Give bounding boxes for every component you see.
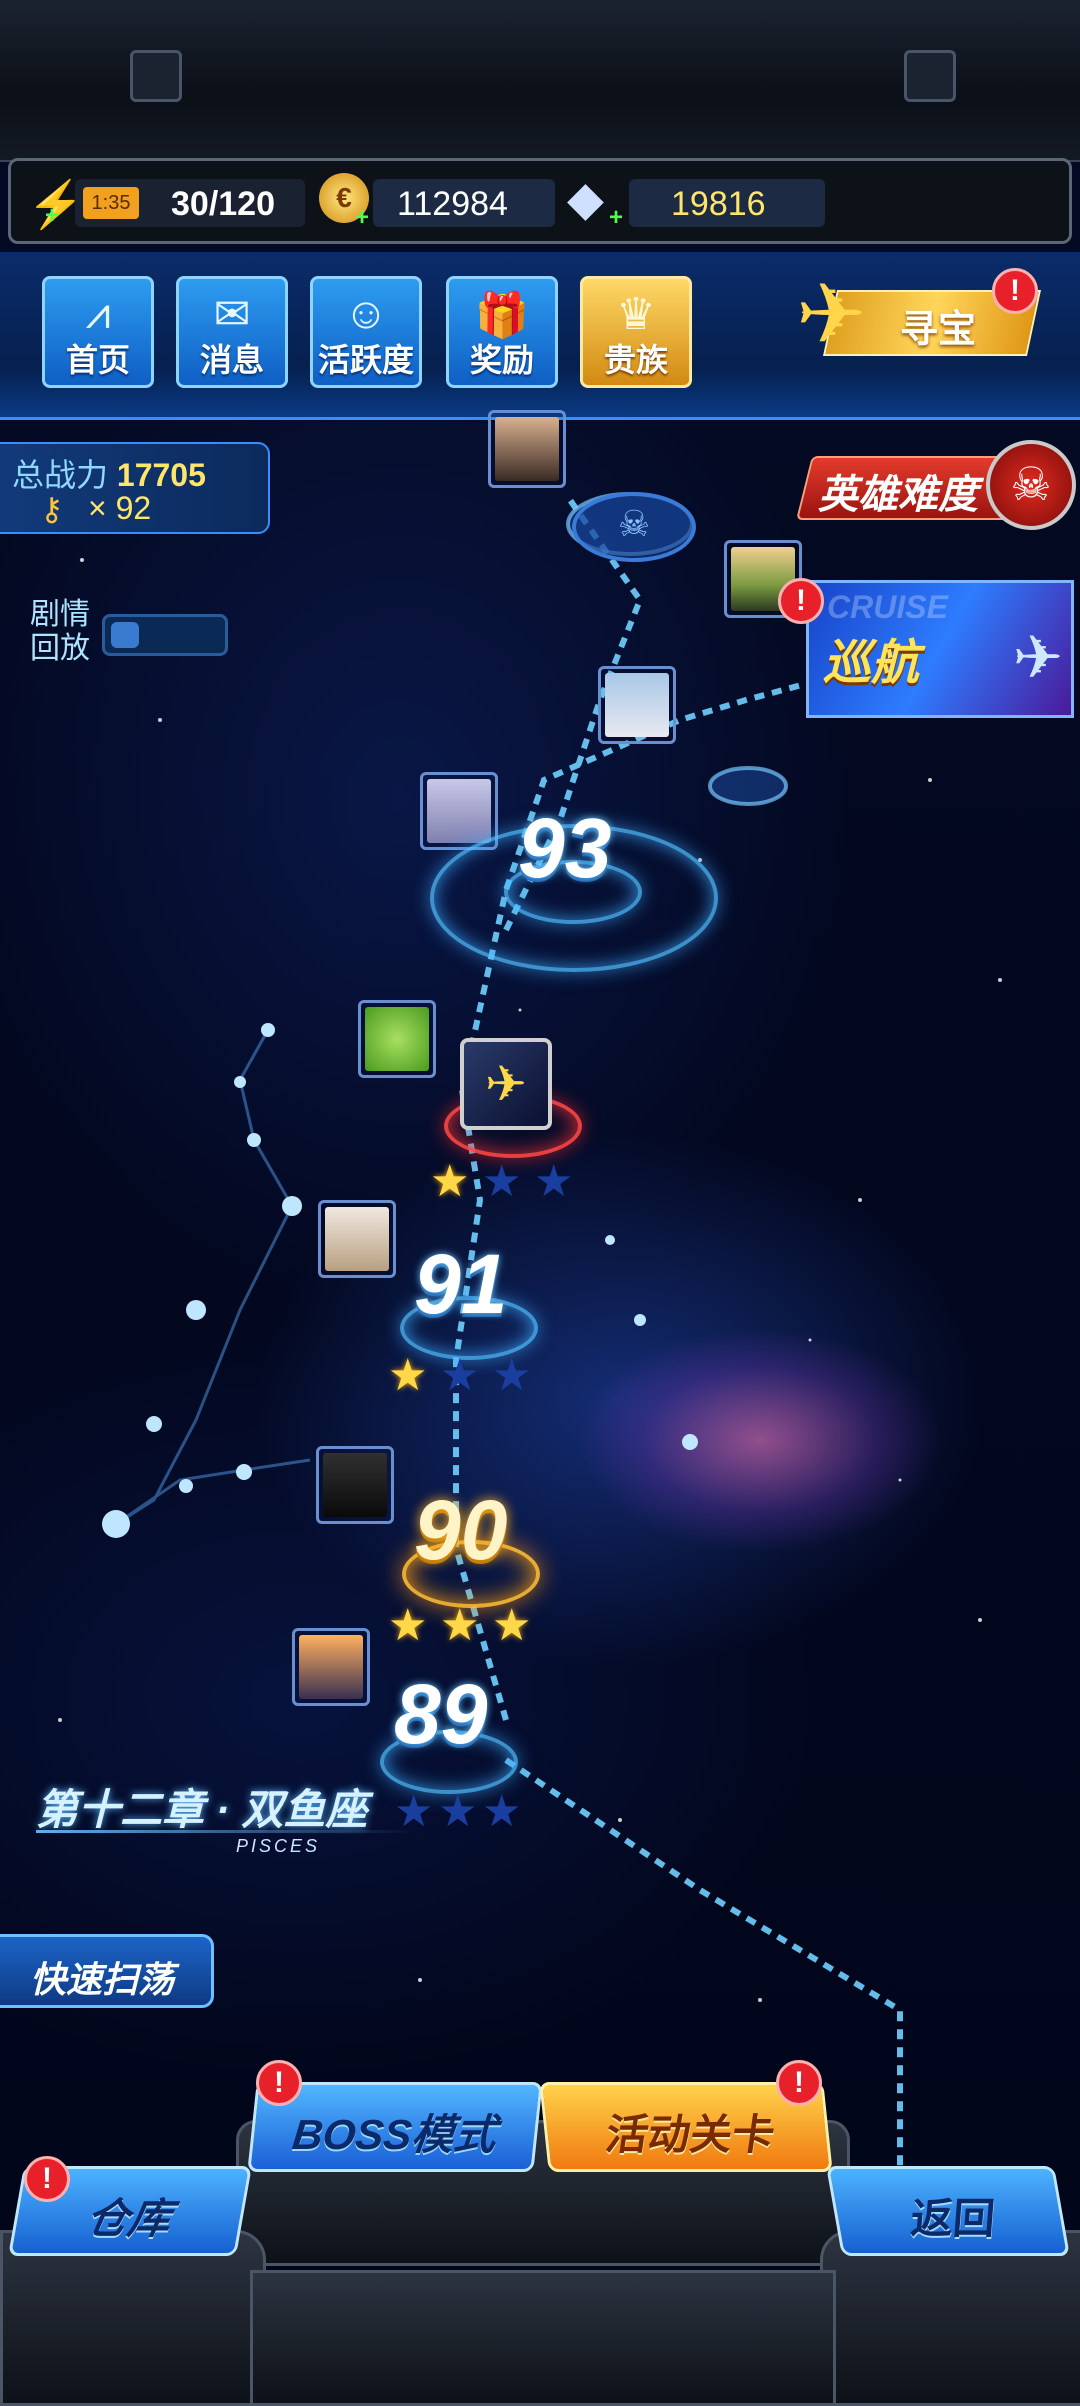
toggle-knob — [111, 622, 139, 648]
level-91-button[interactable]: 91 — [414, 1236, 507, 1333]
star-icon: ★ — [482, 1787, 522, 1836]
skull-node-icon: ☠ — [572, 492, 696, 562]
chapter-name: 第十二章 · 双鱼座 — [36, 1786, 368, 1833]
player-avatar[interactable] — [598, 666, 676, 744]
key-icon: ⚷ — [40, 491, 64, 527]
gift-icon: 🎁 — [474, 291, 530, 340]
star-icon: ★ — [440, 1351, 480, 1400]
menu-home-button[interactable]: ⩘ 首页 — [42, 276, 154, 388]
combat-power-panel: 总战力 17705 ⚷ × 92 — [0, 442, 270, 534]
spaceship-icon: ✈ — [1012, 624, 1063, 691]
menu-message-button[interactable]: ✉ 消息 — [176, 276, 288, 388]
current-ship-icon[interactable]: ✈ — [460, 1038, 552, 1130]
stars-level-89: ★ ★ ★ — [394, 1790, 554, 1840]
star-icon: ★ — [440, 1601, 480, 1650]
star-icon: ★ — [482, 1157, 522, 1206]
player-avatar[interactable] — [358, 1000, 436, 1078]
alert-badge-icon: ! — [776, 2060, 822, 2106]
resource-bar: ⚡ + 1:35 30/120 € + 112984 ◆ + 19816 — [8, 158, 1072, 244]
coin-value: 112984 — [397, 185, 508, 223]
hero-difficulty-button[interactable]: 英雄难度 ☠ — [796, 440, 1080, 532]
treasure-label: 寻宝 — [900, 309, 977, 351]
energy-timer: 1:35 — [83, 187, 139, 219]
player-avatar[interactable] — [488, 410, 566, 488]
frame-rivet — [130, 50, 182, 102]
story-replay-toggle[interactable] — [102, 614, 228, 656]
energy-box: 1:35 30/120 — [75, 179, 305, 227]
menu-label: 活跃度 — [317, 342, 414, 378]
chapter-subtitle: PISCES — [236, 1836, 321, 1856]
alert-badge-icon: ! — [992, 268, 1038, 314]
stars-level-91: ★ ★ ★ — [388, 1354, 548, 1404]
star-icon: ★ — [388, 1351, 428, 1400]
menu-label: 消息 — [199, 342, 264, 378]
console-right — [820, 2230, 1080, 2406]
add-diamond-icon[interactable]: + — [609, 206, 627, 230]
back-label: 返回 — [903, 2195, 996, 2242]
menu-label: 奖励 — [469, 342, 534, 378]
coin-box: 112984 — [373, 179, 555, 227]
story-replay-label: 剧情回放 — [30, 598, 90, 665]
alert-badge-icon: ! — [24, 2156, 70, 2202]
cruise-ghost-text: CRUISE — [827, 589, 948, 625]
mail-icon: ✉ — [213, 290, 251, 339]
key-count: × 92 — [88, 490, 152, 526]
star-icon: ★ — [492, 1601, 532, 1650]
back-button[interactable]: 返回 — [826, 2166, 1070, 2256]
cruise-label: 巡航 — [823, 637, 920, 690]
frame-rivet — [904, 50, 956, 102]
quick-sweep-button[interactable]: 快速扫荡 — [0, 1934, 214, 2008]
chapter-title: 第十二章 · 双鱼座 PISCES — [36, 1776, 416, 1856]
cruise-button[interactable]: CRUISE 巡航 ✈ — [806, 580, 1074, 718]
noble-icon: ♛ — [616, 290, 656, 339]
star-icon: ★ — [430, 1157, 470, 1206]
level-89-button[interactable]: 89 — [394, 1666, 487, 1763]
stars-level-90: ★ ★ ★ — [388, 1604, 548, 1654]
combat-power-value: 17705 — [116, 457, 206, 493]
treasure-button[interactable]: ✈ 寻宝 ! — [790, 267, 1042, 378]
add-energy-icon[interactable]: + — [45, 204, 63, 228]
alert-badge-icon: ! — [256, 2060, 302, 2106]
boss-mode-label: BOSS模式 — [290, 2111, 499, 2158]
menu-reward-button[interactable]: 🎁 奖励 — [446, 276, 558, 388]
add-coin-icon[interactable]: + — [355, 206, 373, 230]
top-frame — [0, 0, 1080, 162]
console-left — [0, 2230, 266, 2406]
player-avatar[interactable] — [316, 1446, 394, 1524]
level-90-button[interactable]: 90 — [414, 1482, 507, 1579]
stars-level-92: ★ ★ ★ — [430, 1160, 590, 1210]
menu-noble-button[interactable]: ♛ 贵族 — [580, 276, 692, 388]
combat-power-label: 总战力 — [12, 457, 109, 493]
diamond-box: 19816 — [629, 179, 825, 227]
player-avatar[interactable] — [318, 1200, 396, 1278]
smile-icon: ☺ — [343, 289, 389, 338]
menu-label: 首页 — [65, 342, 130, 378]
event-stage-label: 活动关卡 — [600, 2111, 774, 2158]
star-icon: ★ — [388, 1601, 428, 1650]
energy-value: 30/120 — [171, 185, 275, 223]
quick-sweep-label: 快速扫荡 — [30, 1959, 175, 2000]
player-avatar[interactable] — [292, 1628, 370, 1706]
console-center — [250, 2270, 836, 2406]
story-replay: 剧情回放 — [30, 598, 230, 670]
diamond-value: 19816 — [671, 185, 766, 223]
alert-badge-icon: ! — [778, 578, 824, 624]
menu-label: 贵族 — [603, 342, 668, 378]
skull-icon: ☠ — [986, 440, 1076, 530]
menu-activity-button[interactable]: ☺ 活跃度 — [310, 276, 422, 388]
star-icon: ★ — [492, 1351, 532, 1400]
star-icon: ★ — [438, 1787, 478, 1836]
fighter-jet-icon: ✈ — [796, 267, 867, 361]
level-93-button[interactable]: 93 — [518, 800, 611, 897]
star-icon: ★ — [534, 1157, 574, 1206]
chapter-underline — [36, 1830, 416, 1833]
home-icon: ⩘ — [85, 289, 111, 338]
diamond-icon[interactable]: ◆ — [567, 171, 604, 227]
hero-difficulty-label: 英雄难度 — [818, 473, 978, 517]
